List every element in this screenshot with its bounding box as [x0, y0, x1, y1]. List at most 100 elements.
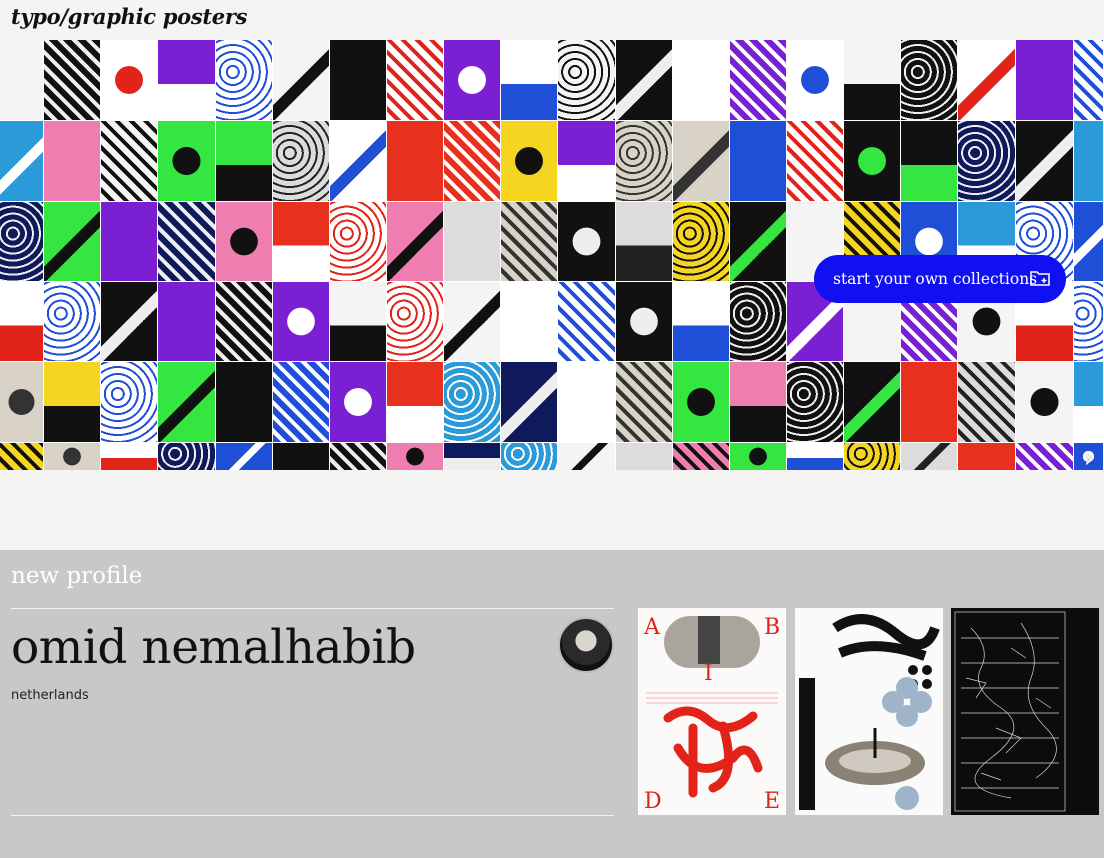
poster-thumbnail[interactable]	[216, 121, 272, 201]
poster-thumbnail[interactable]	[558, 362, 615, 442]
poster-thumbnail[interactable]	[673, 40, 729, 120]
poster-thumbnail[interactable]	[44, 443, 100, 470]
poster-thumbnail[interactable]	[44, 202, 100, 281]
poster-thumbnail[interactable]	[44, 362, 100, 442]
poster-thumbnail[interactable]	[101, 443, 157, 470]
profile-poster-1[interactable]: A B I D E	[638, 608, 786, 815]
poster-thumbnail[interactable]	[501, 443, 557, 470]
poster-thumbnail[interactable]	[0, 282, 43, 361]
poster-thumbnail[interactable]	[444, 202, 500, 281]
poster-thumbnail[interactable]	[673, 202, 729, 281]
poster-thumbnail[interactable]	[216, 40, 272, 120]
poster-thumbnail[interactable]	[387, 362, 443, 442]
poster-thumbnail[interactable]	[330, 40, 386, 120]
poster-thumbnail[interactable]	[616, 40, 672, 120]
poster-thumbnail[interactable]	[958, 443, 1015, 470]
poster-thumbnail[interactable]	[273, 202, 329, 281]
poster-thumbnail[interactable]	[501, 202, 557, 281]
poster-thumbnail[interactable]	[501, 121, 557, 201]
poster-thumbnail[interactable]	[730, 121, 786, 201]
poster-thumbnail[interactable]	[787, 362, 843, 442]
poster-thumbnail[interactable]	[844, 362, 900, 442]
poster-thumbnail[interactable]	[958, 121, 1015, 201]
poster-thumbnail[interactable]	[444, 121, 500, 201]
poster-thumbnail[interactable]	[387, 121, 443, 201]
poster-thumbnail[interactable]	[1074, 202, 1103, 281]
poster-thumbnail[interactable]	[616, 282, 672, 361]
poster-thumbnail[interactable]	[730, 443, 786, 470]
poster-thumbnail[interactable]	[558, 202, 615, 281]
poster-thumbnail[interactable]	[273, 40, 329, 120]
poster-thumbnail[interactable]	[101, 202, 157, 281]
poster-thumbnail[interactable]	[101, 362, 157, 442]
poster-thumbnail[interactable]	[1074, 282, 1103, 361]
poster-thumbnail[interactable]	[216, 443, 272, 470]
poster-thumbnail[interactable]	[501, 40, 557, 120]
poster-thumbnail[interactable]	[444, 282, 500, 361]
profile-poster-2[interactable]	[795, 608, 943, 815]
poster-thumbnail[interactable]	[730, 202, 786, 281]
poster-thumbnail[interactable]	[844, 121, 900, 201]
poster-thumbnail[interactable]	[273, 443, 329, 470]
poster-thumbnail[interactable]	[901, 443, 957, 470]
poster-thumbnail[interactable]	[444, 362, 500, 442]
poster-thumbnail[interactable]	[330, 362, 386, 442]
poster-thumbnail[interactable]	[787, 40, 843, 120]
poster-thumbnail[interactable]	[0, 40, 43, 120]
poster-thumbnail[interactable]	[844, 443, 900, 470]
poster-thumbnail[interactable]	[673, 443, 729, 470]
poster-thumbnail[interactable]	[787, 121, 843, 201]
site-title[interactable]: typo/graphic posters	[11, 4, 247, 29]
poster-thumbnail[interactable]	[216, 362, 272, 442]
poster-thumbnail[interactable]	[330, 443, 386, 470]
poster-thumbnail[interactable]	[330, 202, 386, 281]
poster-thumbnail[interactable]	[158, 362, 215, 442]
poster-thumbnail[interactable]	[1074, 121, 1103, 201]
poster-thumbnail[interactable]	[616, 202, 672, 281]
poster-thumbnail[interactable]	[158, 282, 215, 361]
poster-thumbnail[interactable]	[558, 40, 615, 120]
poster-thumbnail[interactable]	[330, 282, 386, 361]
poster-thumbnail[interactable]	[901, 40, 957, 120]
avatar[interactable]	[558, 617, 614, 673]
poster-thumbnail[interactable]	[958, 362, 1015, 442]
poster-thumbnail[interactable]	[0, 202, 43, 281]
poster-thumbnail[interactable]	[616, 121, 672, 201]
profile-name[interactable]: omid nemalhabib	[11, 620, 416, 675]
poster-thumbnail[interactable]	[158, 121, 215, 201]
poster-thumbnail[interactable]	[501, 362, 557, 442]
poster-thumbnail[interactable]	[0, 121, 43, 201]
poster-thumbnail[interactable]	[958, 40, 1015, 120]
poster-thumbnail[interactable]	[216, 202, 272, 281]
poster-thumbnail[interactable]	[616, 362, 672, 442]
poster-thumbnail[interactable]	[444, 40, 500, 120]
poster-thumbnail[interactable]	[901, 362, 957, 442]
poster-thumbnail[interactable]	[616, 443, 672, 470]
poster-thumbnail[interactable]	[1016, 443, 1073, 470]
poster-thumbnail[interactable]	[0, 362, 43, 442]
poster-thumbnail[interactable]	[673, 121, 729, 201]
poster-thumbnail[interactable]	[1074, 362, 1103, 442]
poster-thumbnail[interactable]	[1016, 121, 1073, 201]
poster-thumbnail[interactable]	[387, 40, 443, 120]
poster-thumbnail[interactable]	[273, 362, 329, 442]
poster-thumbnail[interactable]	[273, 282, 329, 361]
poster-thumbnail[interactable]	[0, 443, 43, 470]
poster-thumbnail[interactable]	[558, 282, 615, 361]
poster-thumbnail[interactable]	[387, 202, 443, 281]
poster-thumbnail[interactable]	[158, 443, 215, 470]
profile-poster-3[interactable]	[951, 608, 1099, 815]
poster-thumbnail[interactable]	[330, 121, 386, 201]
poster-thumbnail[interactable]	[158, 40, 215, 120]
poster-thumbnail[interactable]	[387, 443, 443, 470]
poster-thumbnail[interactable]	[1074, 40, 1103, 120]
poster-thumbnail[interactable]	[44, 282, 100, 361]
poster-thumbnail[interactable]	[558, 443, 615, 470]
poster-thumbnail[interactable]	[44, 121, 100, 201]
poster-thumbnail[interactable]	[101, 40, 157, 120]
poster-thumbnail[interactable]	[844, 40, 900, 120]
poster-thumbnail[interactable]	[501, 282, 557, 361]
poster-thumbnail[interactable]	[101, 121, 157, 201]
poster-thumbnail[interactable]	[216, 282, 272, 361]
poster-thumbnail[interactable]	[158, 202, 215, 281]
